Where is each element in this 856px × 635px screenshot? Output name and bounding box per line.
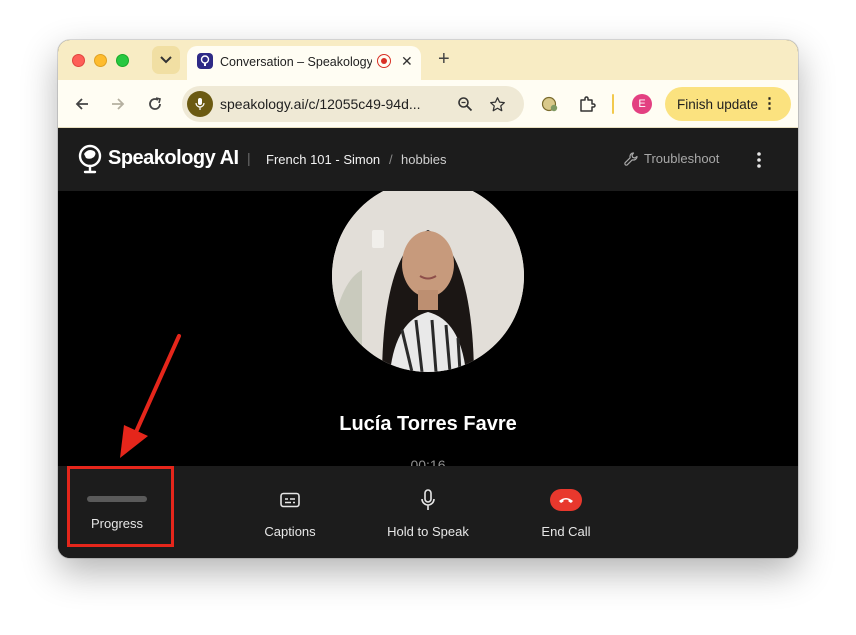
- call-timer: 00:16: [410, 457, 446, 466]
- breadcrumb-course[interactable]: French 101 - Simon: [266, 152, 380, 167]
- finish-update-label: Finish update: [677, 96, 759, 112]
- captions-button[interactable]: Captions: [250, 466, 330, 558]
- active-tab[interactable]: Conversation – Speakology AI ✕: [187, 46, 421, 80]
- wrench-icon: [624, 151, 638, 166]
- toolbar-divider: [612, 94, 614, 114]
- phone-hangup-icon: [550, 489, 582, 511]
- breadcrumb-topic: hobbies: [401, 152, 447, 167]
- troubleshoot-label: Troubleshoot: [644, 151, 720, 166]
- tutor-name: Lucía Torres Favre: [339, 413, 517, 435]
- url-text: speakology.ai/c/12055c49-94d...: [220, 96, 421, 112]
- troubleshoot-button[interactable]: Troubleshoot: [624, 151, 719, 166]
- window-close-button[interactable]: [72, 54, 85, 67]
- tab-title: Conversation – Speakology AI: [220, 55, 372, 69]
- mic-icon: [420, 488, 436, 512]
- speakology-logo-icon[interactable]: [78, 144, 104, 176]
- tab-strip: Conversation – Speakology AI ✕ +: [58, 40, 798, 80]
- window-maximize-button[interactable]: [116, 54, 129, 67]
- hold-to-speak-button[interactable]: Hold to Speak: [378, 466, 478, 558]
- captions-label: Captions: [264, 524, 316, 539]
- browser-toolbar: speakology.ai/c/12055c49-94d... E Finish…: [58, 80, 798, 128]
- kebab-icon[interactable]: [751, 149, 767, 171]
- forward-icon[interactable]: [106, 92, 130, 116]
- finish-update-button[interactable]: Finish update ⋮: [665, 87, 791, 121]
- puzzle-icon[interactable]: [575, 92, 599, 116]
- close-icon[interactable]: ✕: [401, 53, 413, 69]
- menu-dots-icon: ⋮: [762, 95, 777, 112]
- extension-icon[interactable]: [538, 92, 562, 116]
- mic-icon[interactable]: [187, 91, 213, 117]
- hold-to-speak-label: Hold to Speak: [387, 524, 469, 539]
- end-call-button[interactable]: End Call: [526, 466, 606, 558]
- window-minimize-button[interactable]: [94, 54, 107, 67]
- tutor-avatar: [332, 191, 524, 372]
- star-icon[interactable]: [487, 94, 507, 114]
- record-icon: [377, 54, 391, 68]
- app-logo-text[interactable]: Speakology AI: [108, 147, 239, 170]
- speakology-favicon: [197, 53, 213, 69]
- app-header: Speakology AI | French 101 - Simon / hob…: [58, 128, 798, 191]
- end-call-label: End Call: [541, 524, 591, 539]
- breadcrumb-slash: /: [389, 152, 393, 167]
- back-icon[interactable]: [70, 92, 94, 116]
- reload-icon[interactable]: [143, 92, 167, 116]
- chevron-down-icon: [160, 56, 172, 64]
- header-separator: |: [247, 150, 251, 166]
- annotation-highlight-box: [67, 466, 174, 547]
- tab-search-button[interactable]: [152, 46, 180, 74]
- call-stage: Lucía Torres Favre 00:16: [58, 191, 798, 466]
- profile-avatar[interactable]: E: [632, 94, 652, 114]
- end-call-icon-wrap: [550, 488, 582, 512]
- address-bar[interactable]: speakology.ai/c/12055c49-94d...: [182, 86, 524, 122]
- plus-icon[interactable]: +: [438, 49, 450, 69]
- captions-icon: [280, 488, 300, 512]
- zoom-icon[interactable]: [455, 94, 475, 114]
